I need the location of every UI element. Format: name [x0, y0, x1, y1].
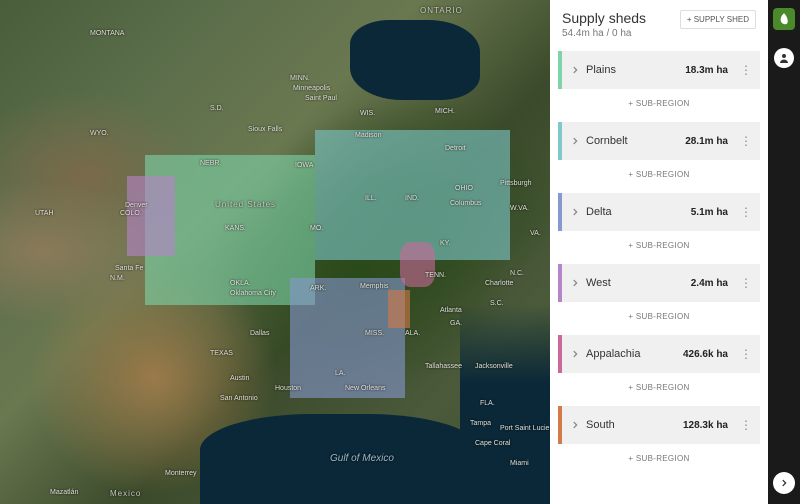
supply-shed-item: Delta 5.1m ha ⋮ + SUB-REGION	[558, 193, 760, 260]
shed-name: Cornbelt	[586, 135, 685, 147]
atlantic	[460, 304, 550, 504]
map-canvas[interactable]: ONTARIO United States Mexico Gulf of Mex…	[0, 0, 550, 504]
more-options-button[interactable]: ⋮	[732, 64, 760, 76]
chevron-right-icon	[570, 349, 580, 359]
brand-logo[interactable]	[773, 8, 795, 30]
region-cornbelt[interactable]	[315, 130, 510, 260]
gulf-of-mexico	[200, 414, 480, 504]
supply-sheds-panel: Supply sheds 54.4m ha / 0 ha + SUPPLY SH…	[550, 0, 768, 504]
panel-header: Supply sheds 54.4m ha / 0 ha + SUPPLY SH…	[550, 0, 768, 47]
more-options-button[interactable]: ⋮	[732, 135, 760, 147]
region-west[interactable]	[127, 176, 175, 256]
accent-bar	[558, 122, 562, 160]
app-root: ONTARIO United States Mexico Gulf of Mex…	[0, 0, 800, 504]
shed-name: South	[586, 419, 683, 431]
supply-shed-row[interactable]: Delta 5.1m ha ⋮	[558, 193, 760, 231]
accent-bar	[558, 193, 562, 231]
sheds-list: Plains 18.3m ha ⋮ + SUB-REGION Cornbelt …	[550, 47, 768, 473]
shed-name: Delta	[586, 206, 691, 218]
supply-shed-item: Plains 18.3m ha ⋮ + SUB-REGION	[558, 51, 760, 118]
supply-shed-item: Cornbelt 28.1m ha ⋮ + SUB-REGION	[558, 122, 760, 189]
supply-shed-item: West 2.4m ha ⋮ + SUB-REGION	[558, 264, 760, 331]
add-supply-shed-button[interactable]: + SUPPLY SHED	[680, 10, 756, 29]
supply-shed-row[interactable]: Appalachia 426.6k ha ⋮	[558, 335, 760, 373]
chevron-right-icon	[570, 278, 580, 288]
shed-value: 2.4m ha	[691, 278, 728, 289]
supply-shed-item: Appalachia 426.6k ha ⋮ + SUB-REGION	[558, 335, 760, 402]
add-sub-region-button[interactable]: + SUB-REGION	[558, 373, 760, 402]
chevron-right-icon	[779, 478, 789, 488]
supply-shed-item: South 128.3k ha ⋮ + SUB-REGION	[558, 406, 760, 473]
add-sub-region-button[interactable]: + SUB-REGION	[558, 89, 760, 118]
more-options-button[interactable]: ⋮	[732, 206, 760, 218]
more-options-button[interactable]: ⋮	[732, 419, 760, 431]
shed-value: 426.6k ha	[683, 349, 728, 360]
panel-title: Supply sheds	[562, 10, 646, 26]
shed-value: 128.3k ha	[683, 420, 728, 431]
expand-button[interactable]	[773, 472, 795, 494]
user-avatar[interactable]	[774, 48, 794, 68]
accent-bar	[558, 51, 562, 89]
more-options-button[interactable]: ⋮	[732, 277, 760, 289]
shed-value: 18.3m ha	[685, 65, 728, 76]
great-lakes	[350, 20, 480, 100]
chevron-right-icon	[570, 136, 580, 146]
chevron-right-icon	[570, 207, 580, 217]
shed-name: Appalachia	[586, 348, 683, 360]
shed-name: West	[586, 277, 691, 289]
accent-bar	[558, 406, 562, 444]
shed-value: 28.1m ha	[685, 136, 728, 147]
chevron-right-icon	[570, 65, 580, 75]
more-options-button[interactable]: ⋮	[732, 348, 760, 360]
user-icon	[778, 52, 790, 64]
shed-value: 5.1m ha	[691, 207, 728, 218]
supply-shed-row[interactable]: South 128.3k ha ⋮	[558, 406, 760, 444]
add-sub-region-button[interactable]: + SUB-REGION	[558, 444, 760, 473]
leaf-icon	[777, 12, 791, 26]
chevron-right-icon	[570, 420, 580, 430]
region-appalachia[interactable]	[400, 242, 435, 287]
supply-shed-row[interactable]: Plains 18.3m ha ⋮	[558, 51, 760, 89]
supply-shed-row[interactable]: West 2.4m ha ⋮	[558, 264, 760, 302]
panel-subtitle: 54.4m ha / 0 ha	[562, 28, 646, 39]
right-rail	[768, 0, 800, 504]
shed-name: Plains	[586, 64, 685, 76]
region-south[interactable]	[388, 290, 410, 328]
add-sub-region-button[interactable]: + SUB-REGION	[558, 231, 760, 260]
add-sub-region-button[interactable]: + SUB-REGION	[558, 302, 760, 331]
add-sub-region-button[interactable]: + SUB-REGION	[558, 160, 760, 189]
accent-bar	[558, 335, 562, 373]
accent-bar	[558, 264, 562, 302]
supply-shed-row[interactable]: Cornbelt 28.1m ha ⋮	[558, 122, 760, 160]
